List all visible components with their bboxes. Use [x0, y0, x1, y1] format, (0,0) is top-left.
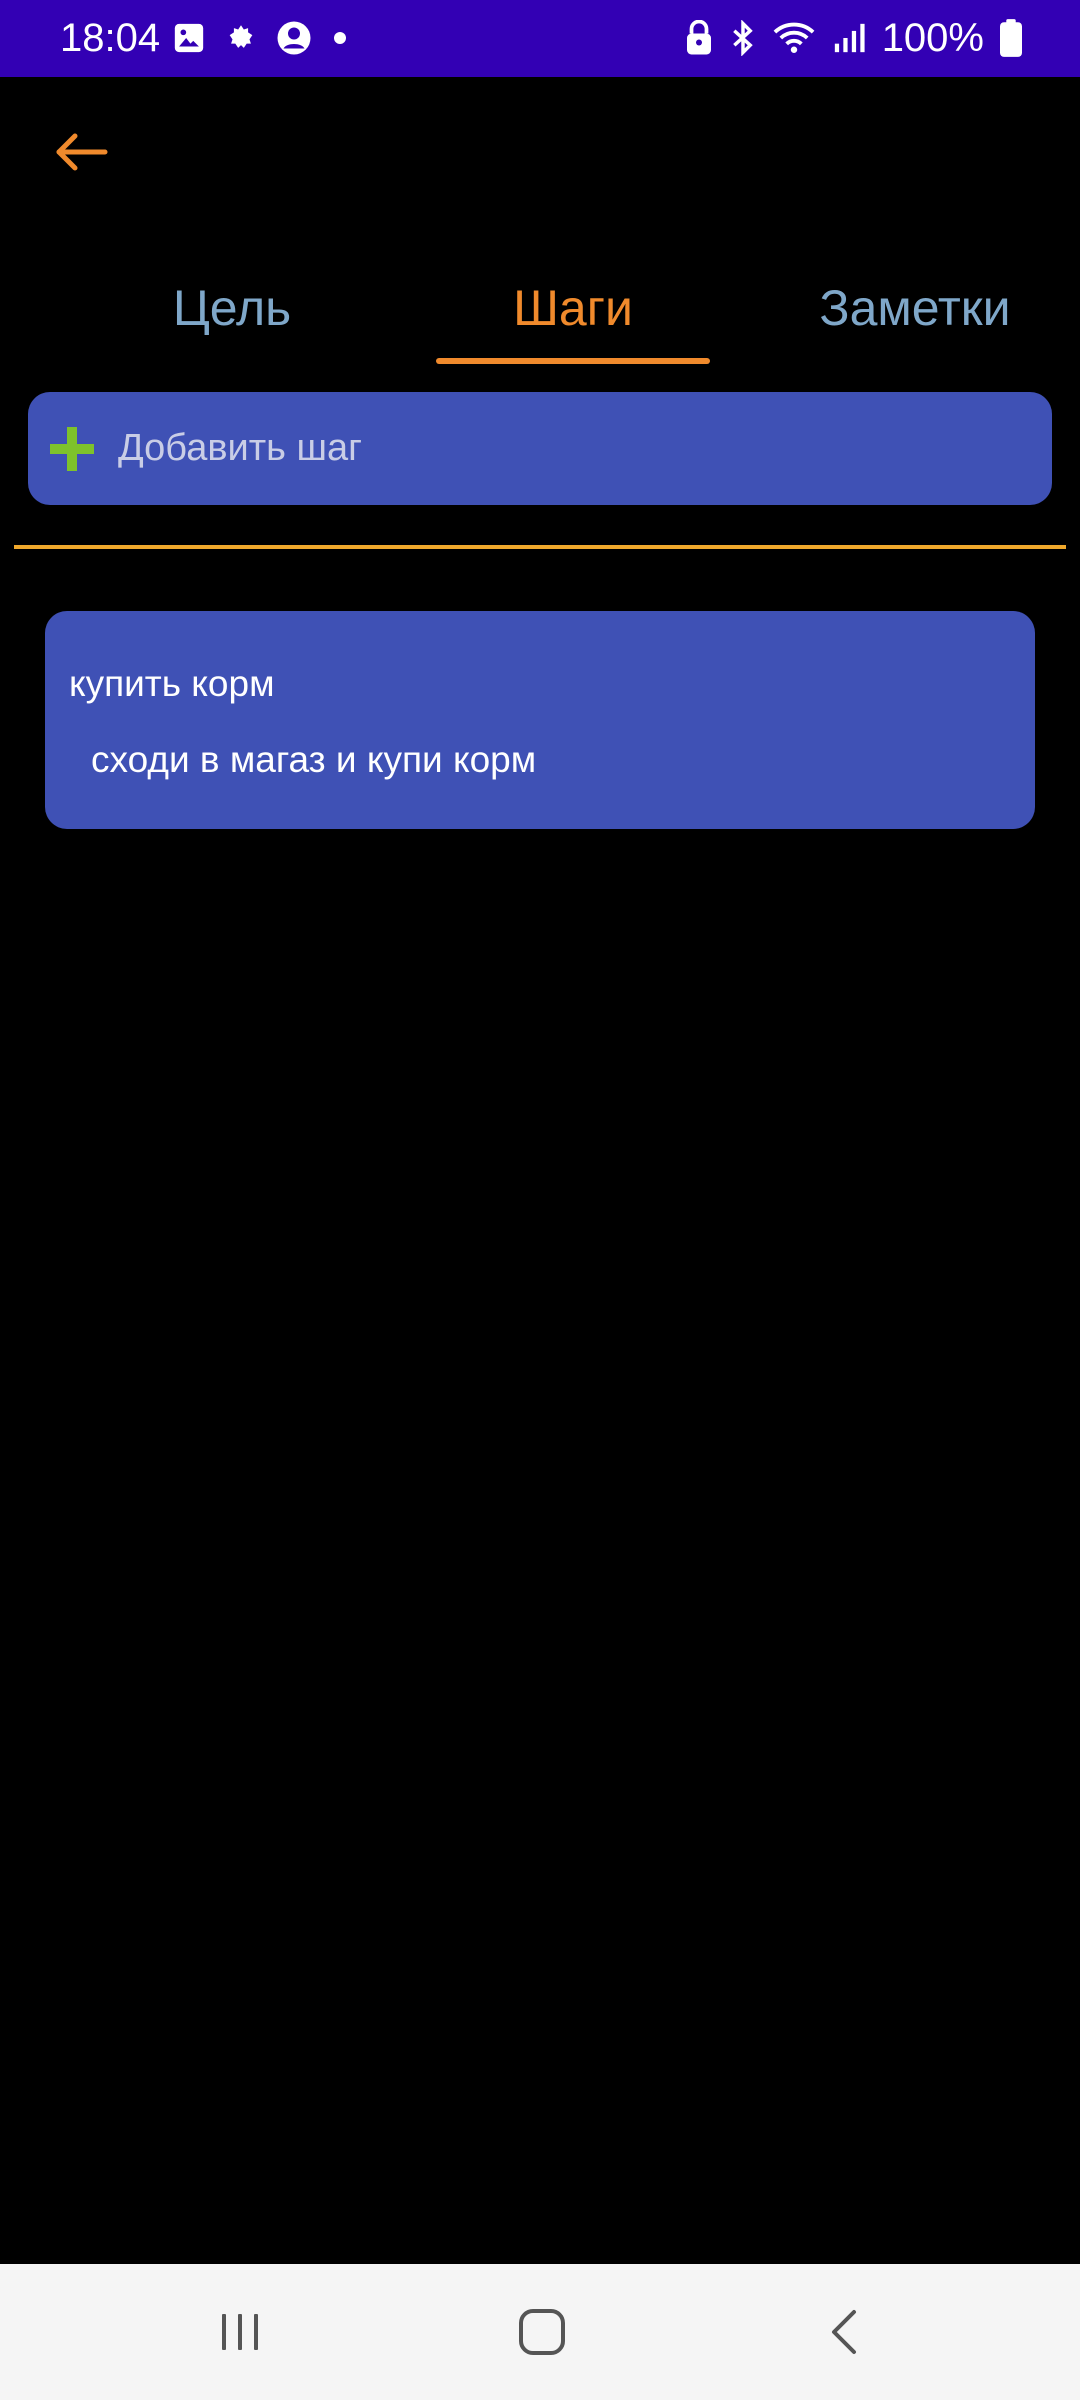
battery-percent: 100% — [881, 16, 984, 60]
dot-icon — [328, 26, 352, 50]
home-icon — [517, 2307, 567, 2357]
status-bar: 18:04 100% — [0, 0, 1080, 77]
gallery-icon — [172, 21, 206, 55]
home-button[interactable] — [482, 2282, 602, 2382]
plus-icon — [46, 423, 98, 475]
step-card[interactable]: купить корм сходи в магаз и купи корм — [45, 611, 1035, 829]
battery-icon — [1000, 19, 1022, 57]
step-title: купить корм — [69, 663, 275, 704]
arrow-left-icon — [51, 130, 109, 174]
system-nav-bar — [0, 2264, 1080, 2400]
back-button[interactable] — [40, 118, 120, 186]
divider — [14, 545, 1066, 549]
recents-button[interactable] — [180, 2282, 300, 2382]
nav-back-button[interactable] — [784, 2282, 904, 2382]
step-description: сходи в магаз и купи корм — [91, 739, 537, 780]
bluetooth-icon — [730, 20, 756, 56]
account-circle-icon — [276, 20, 312, 56]
status-notification-icons — [172, 18, 352, 58]
back-chevron-icon — [826, 2308, 862, 2356]
status-system-icons: 100% — [684, 14, 1022, 62]
tab-goal[interactable]: Цель — [120, 250, 344, 366]
wifi-icon — [772, 20, 816, 56]
status-time: 18:04 — [60, 16, 161, 60]
screen: 18:04 100% Цель Шаги Заметки Добавить ша… — [0, 0, 1080, 2400]
tab-bar: Цель Шаги Заметки — [0, 250, 1080, 370]
settings-flower-icon — [222, 21, 260, 55]
add-step-button[interactable]: Добавить шаг — [28, 392, 1052, 505]
tab-active-indicator — [436, 358, 710, 364]
tab-notes[interactable]: Заметки — [790, 250, 1040, 366]
add-step-label: Добавить шаг — [118, 427, 362, 469]
lock-icon — [684, 20, 714, 56]
signal-icon — [832, 21, 866, 55]
tab-steps[interactable]: Шаги — [436, 250, 710, 366]
recents-icon — [218, 2310, 262, 2354]
